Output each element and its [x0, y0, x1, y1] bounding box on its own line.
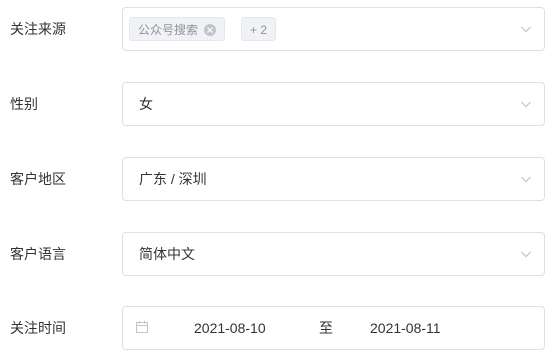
follow-source-select[interactable]: 公众号搜索 + 2 — [122, 7, 545, 51]
chevron-down-icon[interactable] — [520, 173, 532, 185]
close-icon[interactable] — [204, 23, 217, 36]
gender-select[interactable]: 女 — [122, 82, 545, 126]
follow-source-row: 关注来源 公众号搜索 + 2 — [0, 7, 555, 51]
region-value: 广东 / 深圳 — [139, 171, 207, 187]
follow-time-row: 关注时间 2021-08-10 至 2021-08-11 — [0, 306, 555, 350]
date-range-separator: 至 — [319, 320, 333, 336]
region-cascader[interactable]: 广东 / 深圳 — [122, 157, 545, 201]
customer-filter-form: 关注来源 公众号搜索 + 2 性别 女 客户地区 广东 / 深圳 客户语言 简体… — [0, 0, 555, 359]
language-value: 简体中文 — [139, 246, 195, 262]
gender-row: 性别 女 — [0, 82, 555, 126]
chevron-down-icon[interactable] — [520, 98, 532, 110]
source-tag-label: 公众号搜索 — [138, 23, 199, 37]
follow-source-label: 关注来源 — [10, 21, 66, 37]
start-date-input[interactable]: 2021-08-10 — [194, 307, 266, 349]
calendar-icon — [136, 321, 148, 333]
source-tag: 公众号搜索 — [129, 17, 226, 41]
region-row: 客户地区 广东 / 深圳 — [0, 157, 555, 201]
language-label: 客户语言 — [10, 246, 66, 262]
gender-value: 女 — [139, 96, 153, 112]
gender-label: 性别 — [10, 96, 38, 112]
follow-time-label: 关注时间 — [10, 320, 66, 336]
end-date-input[interactable]: 2021-08-11 — [370, 307, 441, 349]
language-row: 客户语言 简体中文 — [0, 232, 555, 276]
chevron-down-icon[interactable] — [520, 23, 532, 35]
region-label: 客户地区 — [10, 171, 66, 187]
date-range-picker[interactable]: 2021-08-10 至 2021-08-11 — [122, 306, 545, 350]
collapsed-tags-count: + 2 — [241, 17, 277, 41]
language-select[interactable]: 简体中文 — [122, 232, 545, 276]
chevron-down-icon[interactable] — [520, 248, 532, 260]
